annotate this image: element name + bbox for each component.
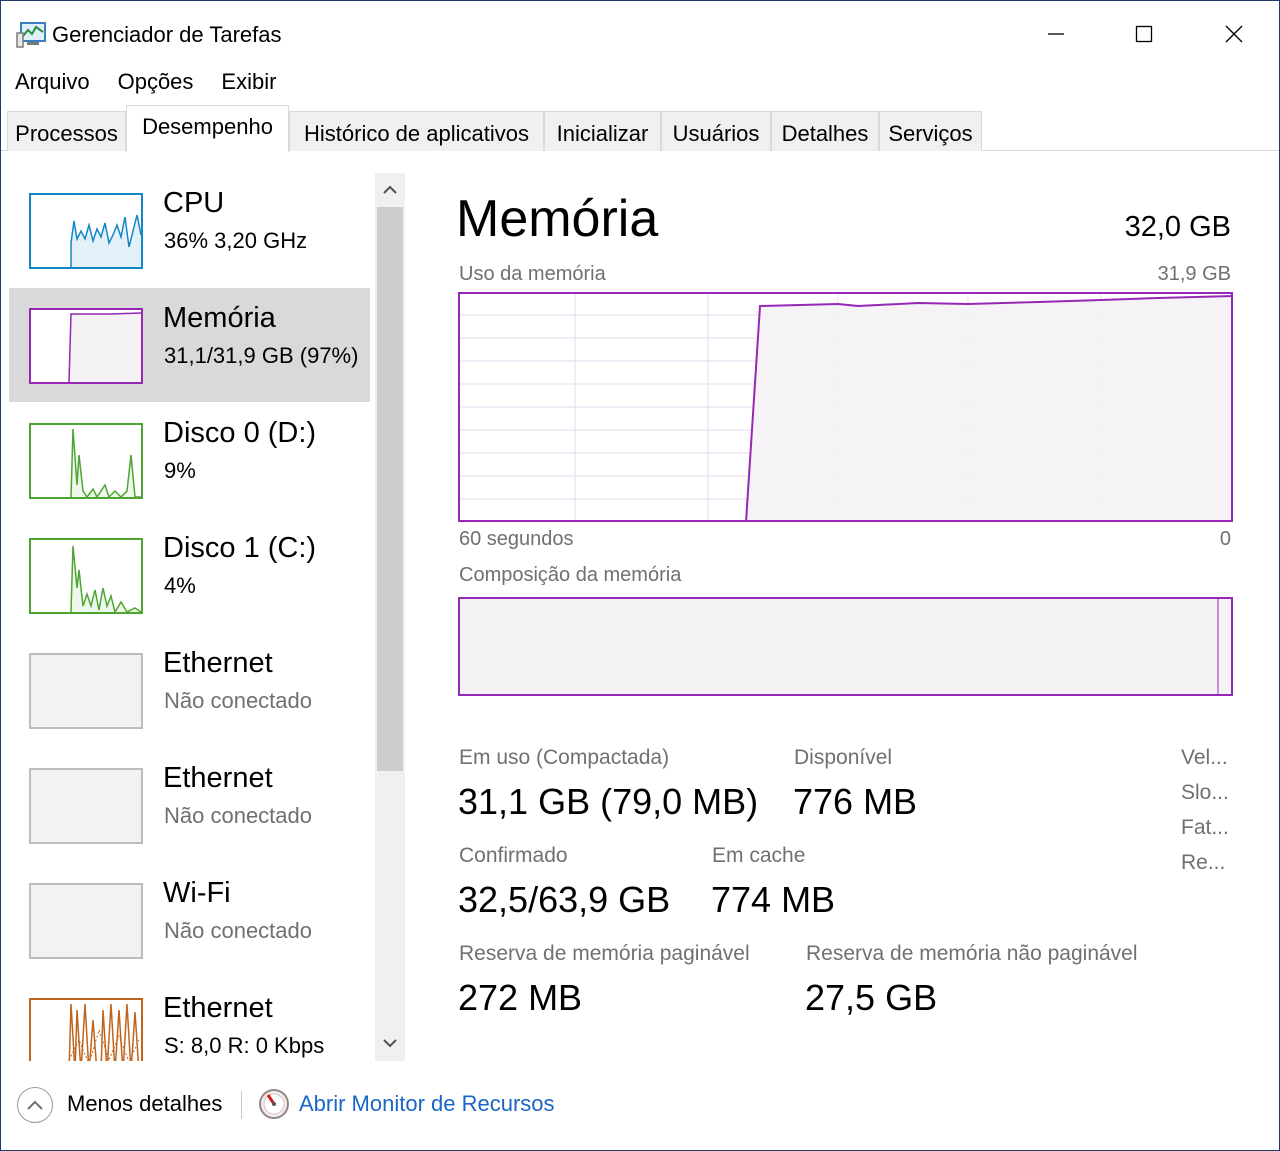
menu-exibir[interactable]: Exibir — [207, 65, 290, 101]
ethernet-graph-thumbnail — [29, 768, 143, 844]
memory-usage-label: Uso da memória — [459, 263, 606, 285]
sidebar-item-disk0[interactable]: Disco 0 (D:) 9% — [9, 403, 370, 517]
sidebar-item-subtitle: S: 8,0 R: 0 Kbps — [164, 1033, 325, 1058]
sidebar-item-title: CPU — [163, 187, 225, 219]
performance-sidebar: CPU 36% 3,20 GHz Memória 31,1/31,9 GB (9… — [1, 171, 409, 1061]
scroll-down-button[interactable] — [375, 1028, 405, 1058]
chevron-up-icon — [27, 1100, 43, 1110]
open-resource-monitor-link[interactable]: Abrir Monitor de Recursos — [299, 1091, 555, 1117]
resource-monitor-icon[interactable] — [258, 1088, 290, 1120]
tab-processos[interactable]: Processos — [7, 111, 126, 151]
stat-available-value: 776 MB — [793, 781, 918, 822]
stat-in-use-value: 31,1 GB (79,0 MB) — [458, 781, 759, 822]
tab-desempenho[interactable]: Desempenho — [126, 105, 289, 152]
window-title: Gerenciador de Tarefas — [52, 22, 282, 47]
memory-usage-graph — [458, 292, 1233, 522]
tab-detalhes[interactable]: Detalhes — [771, 111, 879, 151]
stat-in-use-label: Em uso (Compactada) — [459, 746, 670, 769]
disk0-graph-thumbnail — [29, 423, 143, 499]
stat-cached-value: 774 MB — [711, 879, 836, 920]
close-button[interactable] — [1189, 9, 1279, 59]
sidebar-item-title: Ethernet — [163, 762, 273, 794]
less-details-link[interactable]: Menos detalhes — [67, 1091, 222, 1117]
ethernet-graph-thumbnail — [29, 653, 143, 729]
cpu-graph-thumbnail — [29, 193, 143, 269]
stat-available-label: Disponível — [794, 746, 893, 769]
sidebar-item-subtitle: Não conectado — [164, 803, 312, 828]
composition-divider — [1217, 599, 1219, 694]
sidebar-item-subtitle: 31,1/31,9 GB (97%) — [164, 343, 359, 368]
chevron-down-icon — [383, 1039, 397, 1048]
tab-bar: Processos Desempenho Histórico de aplica… — [1, 105, 1279, 152]
memory-total: 32,0 GB — [1124, 211, 1231, 243]
title-bar[interactable]: Gerenciador de Tarefas — [1, 1, 1279, 65]
footer-divider — [241, 1091, 242, 1119]
task-manager-window: Gerenciador de Tarefas Arquivo Opções Ex… — [0, 0, 1280, 1151]
memory-graph-thumbnail — [29, 308, 143, 384]
sidebar-item-title: Ethernet — [163, 992, 273, 1024]
sidebar-item-cpu[interactable]: CPU 36% 3,20 GHz — [9, 173, 370, 287]
stat-cached-label: Em cache — [712, 844, 806, 867]
tab-usuarios[interactable]: Usuários — [661, 111, 771, 151]
tab-historico[interactable]: Histórico de aplicativos — [289, 111, 544, 151]
minimize-button[interactable] — [1011, 9, 1101, 59]
menu-arquivo[interactable]: Arquivo — [1, 65, 104, 101]
close-icon — [1225, 25, 1243, 43]
memory-composition-label: Composição da memória — [459, 564, 682, 586]
stat-speed-label: Vel... — [1181, 746, 1228, 769]
sidebar-item-ethernet-2[interactable]: Ethernet Não conectado — [9, 748, 370, 862]
memory-composition-bar — [458, 597, 1233, 696]
stat-paged-pool-value: 272 MB — [458, 977, 583, 1018]
footer-bar: Menos detalhes Abrir Monitor de Recursos — [1, 1079, 1279, 1131]
maximize-icon — [1135, 25, 1153, 43]
stat-committed-value: 32,5/63,9 GB — [458, 879, 671, 920]
memory-usage-max: 31,9 GB — [1157, 263, 1231, 285]
stat-nonpaged-pool-value: 27,5 GB — [805, 977, 938, 1018]
maximize-button[interactable] — [1099, 9, 1189, 59]
sidebar-item-title: Ethernet — [163, 647, 273, 679]
scroll-up-button[interactable] — [375, 175, 405, 205]
sidebar-item-subtitle: Não conectado — [164, 918, 312, 943]
minimize-icon — [1048, 33, 1064, 35]
sidebar-item-title: Memória — [163, 302, 276, 334]
task-manager-icon — [15, 21, 47, 49]
menu-bar: Arquivo Opções Exibir — [1, 65, 1279, 101]
sidebar-item-subtitle: 4% — [164, 573, 196, 598]
sidebar-item-subtitle: 9% — [164, 458, 196, 483]
sidebar-item-title: Disco 1 (C:) — [163, 532, 317, 564]
stat-committed-label: Confirmado — [459, 844, 568, 867]
sidebar-item-title: Wi-Fi — [163, 877, 231, 909]
stat-reserved-label: Re... — [1181, 851, 1226, 874]
stat-nonpaged-pool-label: Reserva de memória não paginável — [806, 942, 1138, 965]
sidebar-item-ethernet-1[interactable]: Ethernet Não conectado — [9, 633, 370, 747]
sidebar-item-memory[interactable]: Memória 31,1/31,9 GB (97%) — [9, 288, 370, 402]
sidebar-item-ethernet-3[interactable]: Ethernet S: 8,0 R: 0 Kbps — [9, 978, 370, 1061]
sidebar-item-disk1[interactable]: Disco 1 (C:) 4% — [9, 518, 370, 632]
chevron-up-icon — [383, 185, 397, 194]
wifi-graph-thumbnail — [29, 883, 143, 959]
network-graph-thumbnail — [29, 998, 143, 1061]
tab-servicos[interactable]: Serviços — [879, 111, 982, 151]
sidebar-item-subtitle: 36% 3,20 GHz — [164, 228, 308, 253]
sidebar-item-wifi[interactable]: Wi-Fi Não conectado — [9, 863, 370, 977]
less-details-button[interactable] — [17, 1087, 53, 1123]
sidebar-item-subtitle: Não conectado — [164, 688, 312, 713]
menu-opcoes[interactable]: Opções — [104, 65, 208, 101]
sidebar-scrollbar[interactable] — [375, 173, 405, 1061]
sidebar-item-title: Disco 0 (D:) — [163, 417, 317, 449]
tab-inicializar[interactable]: Inicializar — [544, 111, 661, 151]
stat-slots-label: Slo... — [1181, 781, 1229, 804]
graph-time-left: 60 segundos — [459, 528, 574, 550]
scrollbar-thumb[interactable] — [377, 207, 403, 771]
disk1-graph-thumbnail — [29, 538, 143, 614]
stat-paged-pool-label: Reserva de memória paginável — [459, 942, 750, 965]
page-title: Memória — [456, 190, 659, 248]
graph-time-right: 0 — [1219, 528, 1231, 550]
stat-form-factor-label: Fat... — [1181, 816, 1229, 839]
